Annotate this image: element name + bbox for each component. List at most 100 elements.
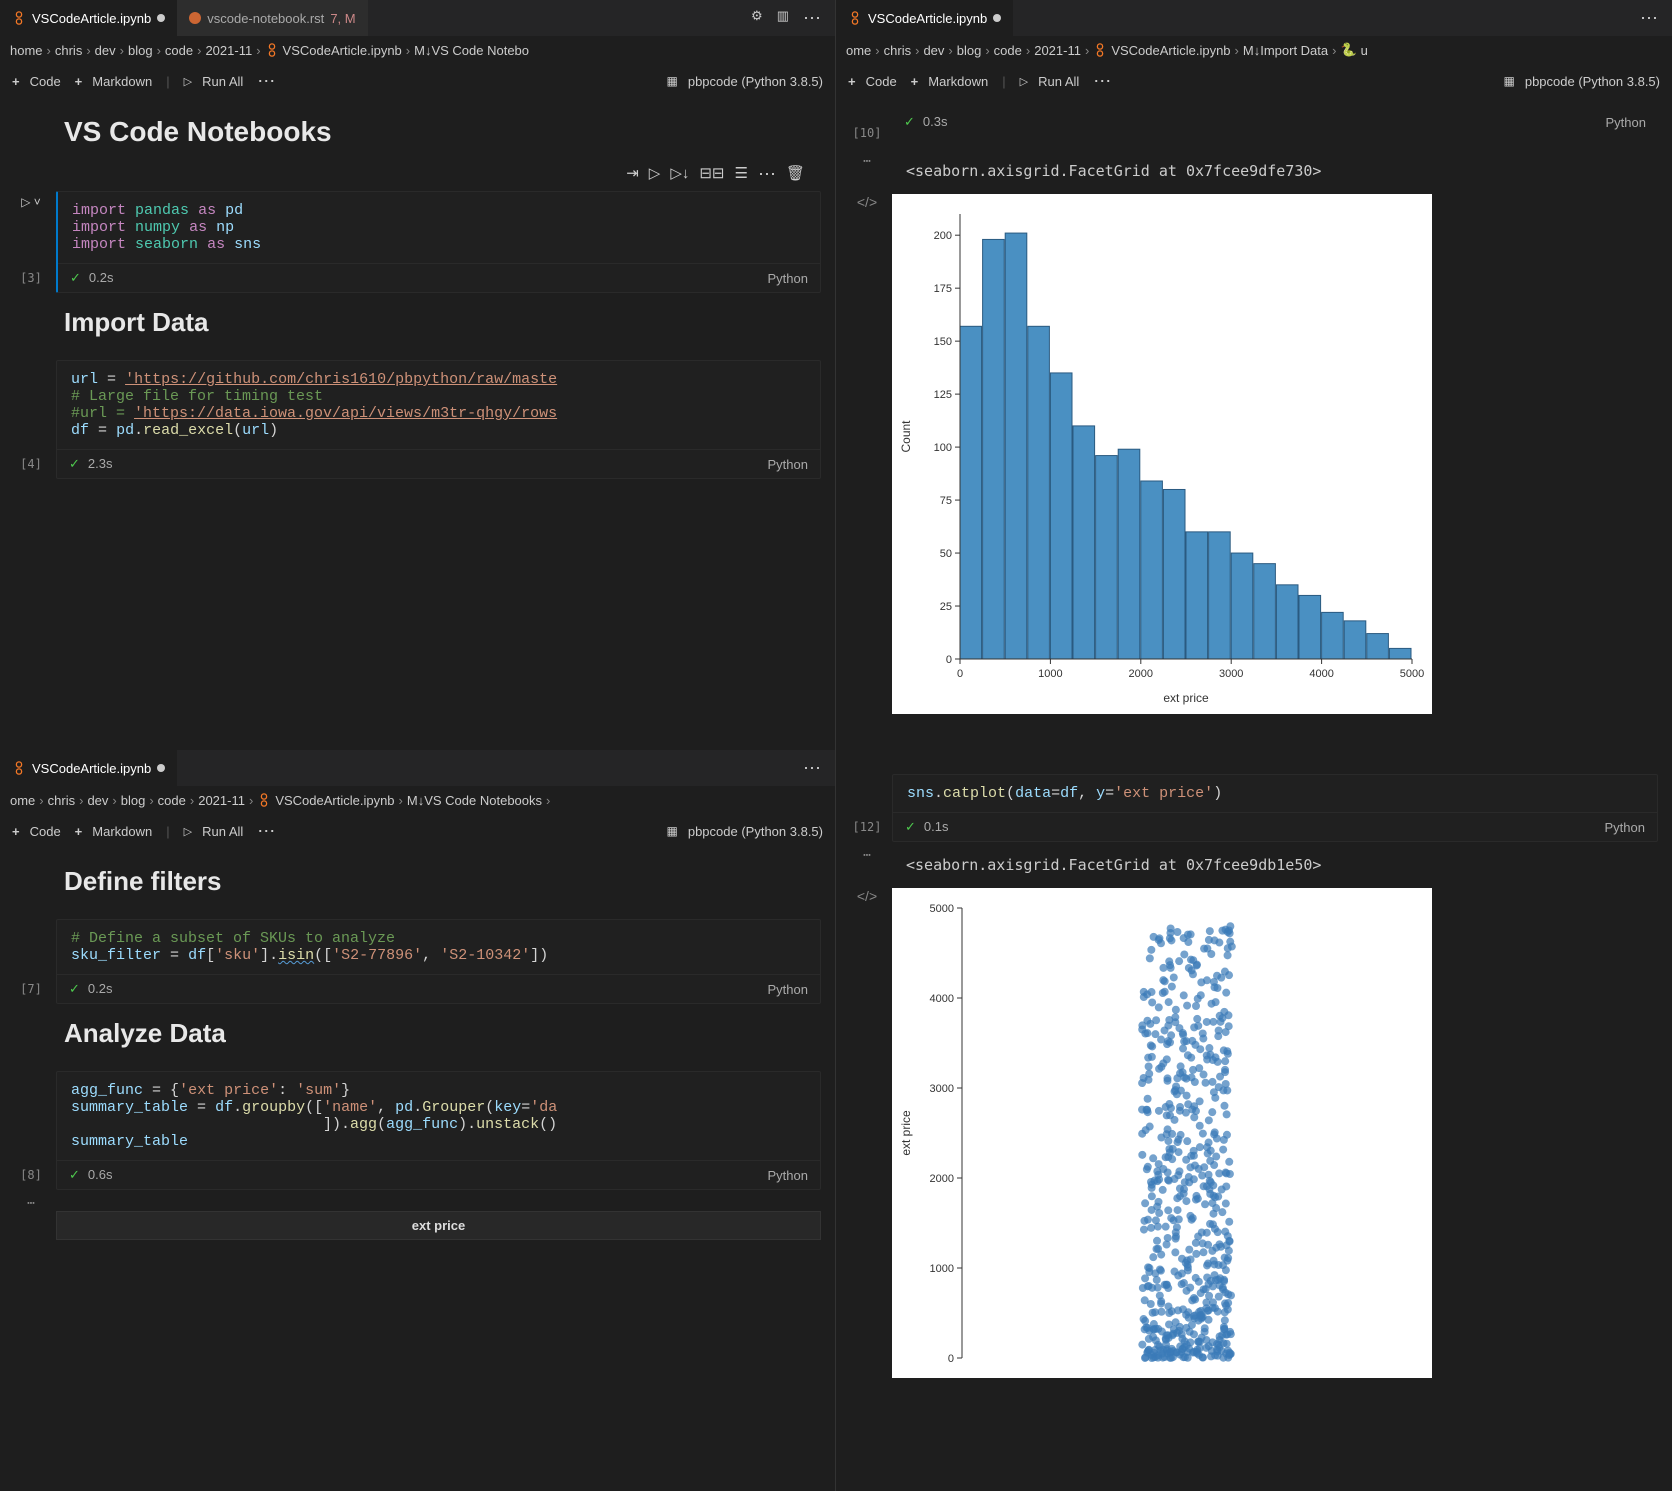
breadcrumb[interactable]: ome› chris› dev› blog› code› 2021-11› VS… — [836, 36, 1672, 64]
svg-text:3000: 3000 — [1219, 668, 1243, 680]
breadcrumb-item[interactable]: chris — [48, 793, 75, 808]
cell-more-icon[interactable] — [758, 164, 776, 185]
kernel-selector[interactable]: pbpcode (Python 3.8.5) — [667, 74, 824, 89]
exec-time: 0.2s — [88, 981, 113, 996]
execute-cell-icon[interactable]: ▷ — [649, 164, 661, 185]
kernel-selector[interactable]: pbpcode (Python 3.8.5) — [1504, 74, 1661, 89]
check-icon: ✓ — [904, 114, 915, 129]
tab-label: VSCodeArticle.ipynb — [32, 11, 151, 26]
code-cell[interactable]: [4] url = 'https://github.com/chris1610/… — [6, 360, 821, 479]
breadcrumb-item[interactable]: M↓Import Data — [1243, 43, 1328, 58]
code-editor[interactable]: agg_func = {'ext price': 'sum'} summary_… — [57, 1072, 820, 1160]
split-cell-icon[interactable]: ⊟⊟ — [699, 164, 724, 185]
breadcrumb-item[interactable]: code — [994, 43, 1022, 58]
svg-text:3000: 3000 — [930, 1083, 954, 1095]
output-ellipsis-icon[interactable]: ⋯ — [842, 154, 892, 169]
breadcrumb-item[interactable]: M↓VS Code Notebo — [414, 43, 529, 58]
execute-below-icon[interactable]: ▷↓ — [670, 164, 689, 185]
breadcrumb-item[interactable]: blog — [128, 43, 153, 58]
delete-cell-icon[interactable]: 🗑 — [786, 164, 805, 185]
run-all-button[interactable]: Run All — [1020, 74, 1080, 89]
breadcrumb-item[interactable]: dev — [923, 43, 944, 58]
breadcrumb-item[interactable]: dev — [87, 793, 108, 808]
gear-icon[interactable] — [751, 8, 763, 29]
add-markdown-button[interactable]: Markdown — [75, 74, 153, 89]
breadcrumb-item[interactable]: VSCodeArticle.ipynb — [283, 43, 402, 58]
toolbar-more-icon[interactable] — [1093, 71, 1111, 92]
split-layout-icon[interactable] — [777, 8, 789, 29]
code-output-icon[interactable]: </> — [842, 194, 892, 714]
breadcrumb-item[interactable]: blog — [121, 793, 146, 808]
cell-language[interactable]: Python — [1605, 820, 1645, 835]
notebook-toolbar: Code Markdown | Run All pbpcode (Python … — [0, 64, 835, 98]
check-icon: ✓ — [905, 819, 916, 834]
breadcrumb-item[interactable]: dev — [95, 43, 116, 58]
breadcrumb-item[interactable]: ome — [10, 793, 35, 808]
breadcrumb-item[interactable]: VSCodeArticle.ipynb — [1111, 43, 1230, 58]
svg-text:75: 75 — [940, 495, 952, 507]
tab-vscodearticle[interactable]: VSCodeArticle.ipynb — [836, 0, 1013, 36]
output-ellipsis-icon[interactable]: ⋯ — [842, 848, 892, 863]
code-cell[interactable]: [8] agg_func = {'ext price': 'sum'} summ… — [6, 1071, 821, 1190]
code-output-icon[interactable]: </> — [842, 888, 892, 1378]
cell-language[interactable]: Python — [768, 457, 808, 472]
breadcrumb-item[interactable]: chris — [55, 43, 82, 58]
breadcrumb-item[interactable]: 2021-11 — [205, 43, 252, 58]
code-cell[interactable]: [12] sns.catplot(data=df, y='ext price')… — [842, 774, 1658, 842]
code-cell[interactable]: [10] ✓0.3sPython — [842, 108, 1658, 148]
exec-time: 2.3s — [88, 456, 113, 471]
tab-vscodearticle[interactable]: VSCodeArticle.ipynb — [0, 750, 177, 786]
breadcrumb-item[interactable]: VSCodeArticle.ipynb — [275, 793, 394, 808]
jupyter-icon — [12, 11, 26, 25]
more-icon[interactable] — [803, 758, 821, 779]
code-cell[interactable]: [7] # Define a subset of SKUs to analyze… — [6, 919, 821, 1004]
svg-text:1000: 1000 — [930, 1263, 954, 1275]
svg-text:ext price: ext price — [1163, 691, 1209, 705]
breadcrumb-item[interactable]: 2021-11 — [1034, 43, 1081, 58]
more-icon[interactable] — [1640, 8, 1658, 29]
histogram-chart: 0255075100125150175200010002000300040005… — [892, 194, 1432, 714]
tab-rst[interactable]: vscode-notebook.rst 7, M — [177, 0, 367, 36]
add-code-button[interactable]: Code — [12, 74, 61, 89]
code-editor[interactable]: import pandas as pd import numpy as np i… — [58, 192, 820, 263]
more-icon[interactable] — [803, 8, 821, 29]
run-all-button[interactable]: Run All — [184, 824, 244, 839]
toolbar-more-icon[interactable] — [257, 71, 275, 92]
cell-language[interactable]: Python — [768, 982, 808, 997]
output-ellipsis-icon[interactable]: ⋯ — [6, 1196, 56, 1211]
code-editor[interactable]: # Define a subset of SKUs to analyze sku… — [57, 920, 820, 974]
tab-suffix: 7, M — [330, 11, 355, 26]
svg-text:5000: 5000 — [930, 903, 954, 915]
breadcrumb-item[interactable]: blog — [957, 43, 982, 58]
code-editor[interactable]: url = 'https://github.com/chris1610/pbpy… — [57, 361, 820, 449]
cell-language[interactable]: Python — [768, 1168, 808, 1183]
svg-text:4000: 4000 — [1309, 668, 1333, 680]
toolbar-more-icon[interactable] — [257, 821, 275, 842]
code-cell[interactable]: ▷ ˅ [3] import pandas as pd import numpy… — [6, 191, 821, 293]
breadcrumb-item[interactable]: code — [165, 43, 193, 58]
breadcrumb-item[interactable]: home — [10, 43, 43, 58]
breadcrumb[interactable]: ome› chris› dev› blog› code› 2021-11› VS… — [0, 786, 835, 814]
cell-language[interactable]: Python — [768, 271, 808, 286]
breadcrumb-item[interactable]: u — [1361, 43, 1368, 58]
breadcrumb-item[interactable]: chris — [884, 43, 911, 58]
cell-language[interactable]: Python — [1606, 115, 1646, 130]
breadcrumb-item[interactable]: 2021-11 — [198, 793, 245, 808]
breadcrumb-item[interactable]: code — [158, 793, 186, 808]
breadcrumb[interactable]: home› chris› dev› blog› code› 2021-11› V… — [0, 36, 835, 64]
code-editor[interactable]: sns.catplot(data=df, y='ext price') — [893, 775, 1657, 812]
add-code-button[interactable]: Code — [12, 824, 61, 839]
add-code-button[interactable]: Code — [848, 74, 897, 89]
check-icon: ✓ — [69, 981, 80, 996]
breadcrumb-item[interactable]: ome — [846, 43, 871, 58]
add-markdown-button[interactable]: Markdown — [911, 74, 989, 89]
add-markdown-button[interactable]: Markdown — [75, 824, 153, 839]
tab-vscodearticle[interactable]: VSCodeArticle.ipynb — [0, 0, 177, 36]
exec-time: 0.1s — [924, 819, 949, 834]
toggle-output-icon[interactable]: ☰ — [735, 164, 748, 185]
kernel-selector[interactable]: pbpcode (Python 3.8.5) — [667, 824, 824, 839]
run-cell-icon[interactable]: ▷ ˅ — [21, 195, 41, 209]
run-all-button[interactable]: Run All — [184, 74, 244, 89]
run-by-line-icon[interactable]: ⇥ — [626, 164, 639, 185]
breadcrumb-item[interactable]: M↓VS Code Notebooks — [407, 793, 542, 808]
